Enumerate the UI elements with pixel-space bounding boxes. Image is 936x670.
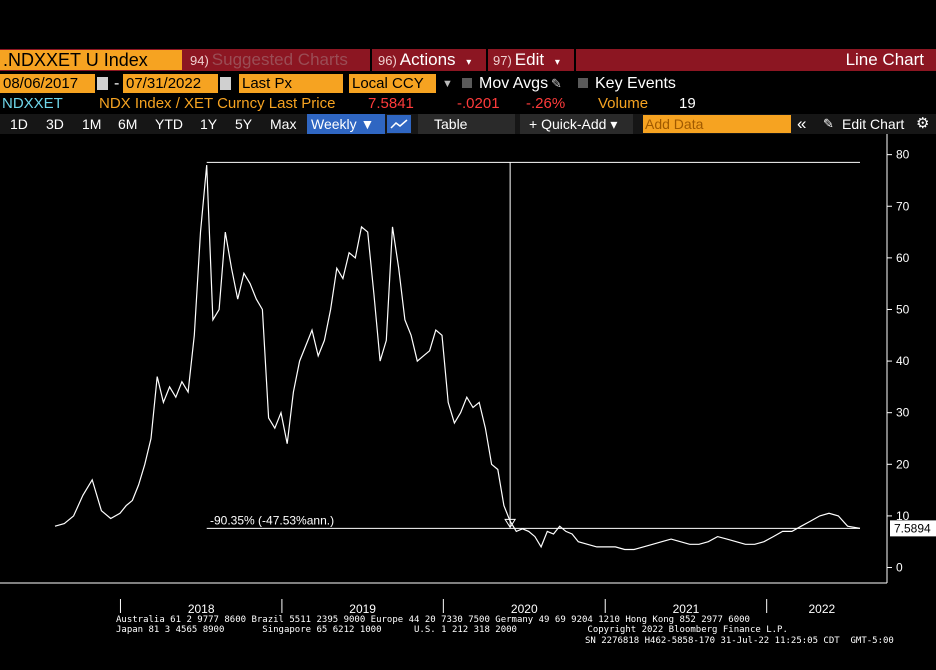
add-data-input[interactable]: Add Data [643,115,791,133]
footer-contacts-2: Japan 81 3 4565 8900 Singapore 65 6212 1… [116,625,788,635]
y-tick-label: 70 [896,199,910,213]
x-tick-label: 2022 [808,602,835,614]
key-events-label: Key Events [595,75,676,92]
x-tick-label: 2019 [349,602,376,614]
mov-avgs-checkbox[interactable] [462,78,472,88]
y-tick-label: 40 [896,354,910,368]
period-max-button[interactable]: Max [270,114,296,134]
footer-serial: SN 2276818 H462-5858-170 31-Jul-22 11:25… [585,636,894,646]
y-tick-label: 30 [896,406,910,420]
calendar-icon[interactable] [220,77,231,90]
period-1m-button[interactable]: 1M [82,114,101,134]
legend-change: -.0201 [457,95,500,112]
collapse-icon[interactable]: « [797,114,806,134]
legend-row: NDXXET NDX Index / XET Curncy Last Price… [0,95,936,113]
legend-ticker: NDXXET [2,95,63,112]
ticker-field[interactable]: .NDXXET U Index [0,50,182,70]
period-3d-button[interactable]: 3D [46,114,64,134]
period-ytd-button[interactable]: YTD [155,114,183,134]
dropdown-arrow-icon: ▾ [554,57,560,68]
y-tick-label: 50 [896,302,910,316]
footer-contacts: Australia 61 2 9777 8600 Brazil 5511 239… [116,615,750,625]
actions-num: 96) [378,53,397,68]
legend-volume-label: Volume [598,95,649,112]
suggested-charts-menu[interactable]: 94) Suggested Charts [190,49,348,71]
period-1d-button[interactable]: 1D [10,114,28,134]
y-tick-label: 60 [896,251,910,265]
date-separator: - [114,75,120,92]
suggested-label: Suggested Charts [211,50,348,69]
legend-description: NDX Index / XET Curncy Last Price [99,95,336,112]
actions-label: Actions [399,50,456,69]
quick-add-button[interactable]: + Quick-Add ▾ [529,114,617,134]
price-chart: 010203040506070802018 2019 2020 2021 2022-90… [0,134,936,614]
y-tick-label: 20 [896,457,910,471]
line-chart-icon[interactable] [387,115,411,133]
line-chart-icon-svg [390,119,408,129]
toolbar: 1D 3D 1M 6M YTD 1Y 5Y Max Weekly ▼ Table… [0,114,936,134]
x-tick-label: 2018 [188,602,215,614]
y-tick-label: 0 [896,561,903,575]
separator [486,49,488,71]
y-tick-label: 80 [896,148,910,162]
suggested-num: 94) [190,53,209,68]
drawdown-annotation: -90.35% (-47.53%ann.) [210,513,334,527]
price-line [54,164,861,551]
edit-label: Edit [514,50,545,69]
last-value-label: 7.5894 [894,521,931,535]
period-5y-button[interactable]: 5Y [235,114,252,134]
x-tick-label: 2021 [673,602,700,614]
edit-num: 97) [493,53,512,68]
separator [370,49,372,71]
separator [574,49,576,71]
currency-select[interactable]: Local CCY [349,74,436,93]
x-tick-label: 2020 [511,602,538,614]
table-button[interactable]: Table [434,114,467,134]
frequency-select[interactable]: Weekly ▼ [307,114,385,134]
pencil-icon[interactable]: ✎ [551,74,562,94]
mov-avgs-label: Mov Avgs [479,75,549,92]
period-1y-button[interactable]: 1Y [200,114,217,134]
legend-last-price: 7.5841 [368,95,414,112]
dropdown-arrow-icon[interactable]: ▼ [442,74,453,94]
field-select[interactable]: Last Px [239,74,343,93]
start-date-input[interactable]: 08/06/2017 [0,74,95,93]
legend-volume: 19 [679,95,696,112]
gear-icon[interactable]: ⚙ [916,114,929,134]
key-events-checkbox[interactable] [578,78,588,88]
period-6m-button[interactable]: 6M [118,114,137,134]
pencil-icon[interactable]: ✎ [823,114,834,134]
plot-area: 010203040506070802018 2019 2020 2021 2022-90… [0,134,936,614]
calendar-icon[interactable] [97,77,108,90]
legend-pct-change: -.26% [526,95,566,112]
edit-chart-button[interactable]: Edit Chart [842,114,904,134]
actions-menu[interactable]: 96) Actions ▾ [378,49,471,71]
edit-menu[interactable]: 97) Edit ▾ [493,49,560,71]
chart-type-label: Line Chart [845,50,924,69]
end-date-input[interactable]: 07/31/2022 [123,74,218,93]
dropdown-arrow-icon: ▾ [466,57,472,68]
date-controls: 08/06/2017 - 07/31/2022 Last Px Local CC… [0,74,936,94]
title-bar: .NDXXET U Index 94) Suggested Charts 96) A… [0,49,936,71]
